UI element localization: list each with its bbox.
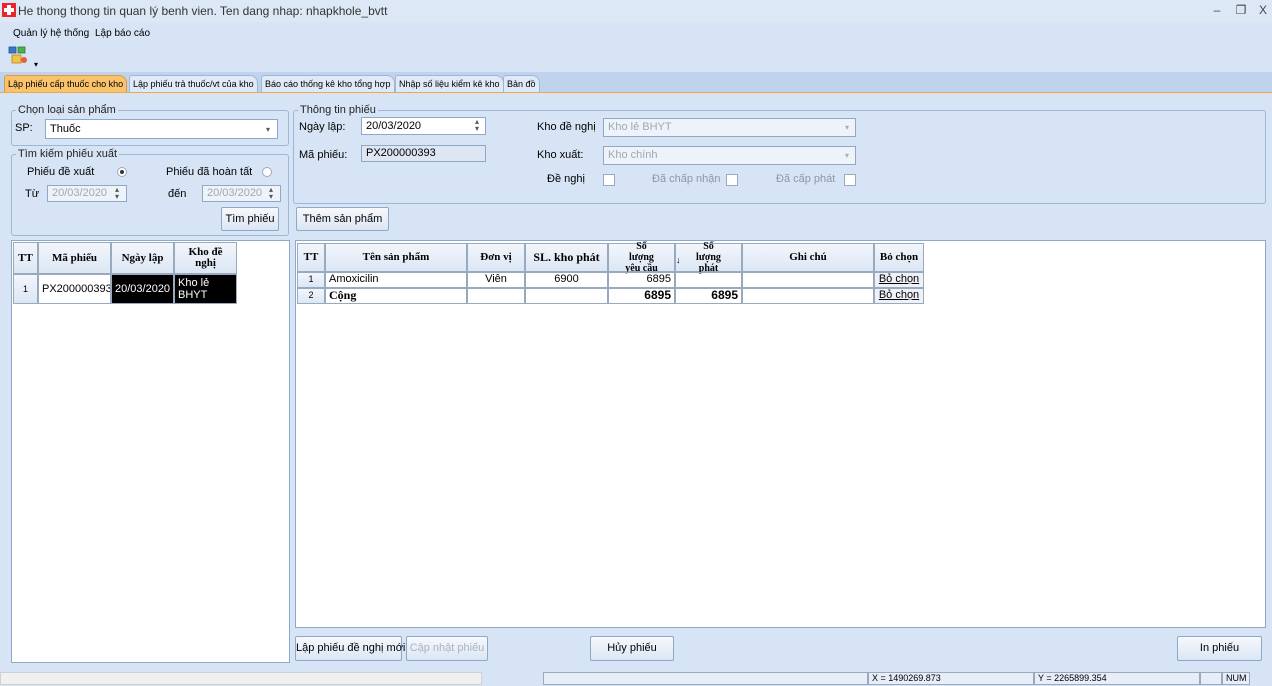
chevron-down-icon[interactable]: ▾ bbox=[266, 125, 270, 134]
tab-issue-drug[interactable]: Lập phiếu cấp thuốc cho kho bbox=[4, 75, 128, 92]
slip-info-legend: Thông tin phiếu bbox=[300, 104, 376, 116]
col-header-tt[interactable]: TT bbox=[297, 243, 325, 272]
add-product-button[interactable]: Thêm sản phẩm bbox=[296, 207, 389, 231]
tab-map[interactable]: Bản đồ bbox=[503, 75, 540, 92]
cancel-slip-button[interactable]: Hủy phiếu bbox=[590, 636, 674, 661]
issued-checkbox[interactable] bbox=[844, 174, 856, 186]
tab-stock-report[interactable]: Báo cáo thống kê kho tổng hợp bbox=[261, 75, 395, 92]
status-x-coordinate: X = 1490269.873 bbox=[868, 672, 1034, 685]
row-number[interactable]: 1 bbox=[297, 272, 325, 288]
restore-button[interactable]: ❐ bbox=[1232, 2, 1250, 18]
print-slip-button[interactable]: In phiếu bbox=[1177, 636, 1262, 661]
col-header-unit[interactable]: Đơn vị bbox=[467, 243, 525, 272]
total-requested-cell[interactable]: 6895 bbox=[608, 288, 675, 304]
new-request-slip-button[interactable]: Lập phiếu đề nghị mới bbox=[295, 636, 405, 661]
slip-code-input[interactable]: PX200000393 bbox=[361, 145, 486, 162]
col-header-tt[interactable]: TT bbox=[13, 242, 38, 274]
from-date-spinner-icon[interactable]: ▴ ▾ bbox=[115, 186, 119, 201]
col-header-store[interactable]: Kho đề nghị bbox=[174, 242, 237, 274]
app-icon bbox=[2, 3, 16, 17]
product-name-cell[interactable]: Amoxicilin bbox=[325, 272, 467, 288]
total-label-cell[interactable]: Cộng bbox=[325, 288, 467, 304]
issue-store-label: Kho xuất: bbox=[537, 149, 584, 161]
product-type-legend: Chọn loại sản phẩm bbox=[18, 104, 116, 116]
requested-qty-cell[interactable]: 6895 bbox=[608, 272, 675, 288]
slip-date-cell[interactable]: 20/03/2020 bbox=[111, 274, 174, 304]
col-header-stock[interactable]: SL. kho phát bbox=[525, 243, 608, 272]
from-label: Từ bbox=[25, 188, 40, 200]
total-issued-cell[interactable]: 6895 bbox=[675, 288, 742, 304]
chevron-down-icon[interactable]: ▾ bbox=[845, 123, 849, 132]
issue-store-select[interactable]: Kho chính bbox=[603, 146, 856, 165]
slip-store-cell[interactable]: Kho lẻ BHYT bbox=[174, 274, 237, 304]
issued-qty-cell[interactable] bbox=[675, 272, 742, 288]
row-number[interactable]: 1 bbox=[13, 274, 38, 304]
product-type-label: SP: bbox=[15, 122, 33, 134]
to-date-spinner-icon[interactable]: ▴ ▾ bbox=[269, 186, 273, 201]
issued-label: Đã cấp phát bbox=[776, 173, 836, 185]
minimize-button[interactable]: – bbox=[1208, 2, 1226, 18]
chevron-down-icon[interactable]: ▾ bbox=[845, 151, 849, 160]
window-title: He thong thong tin quan lý benh vien. Te… bbox=[18, 4, 388, 18]
col-header-requested-qty[interactable]: Số lượng yêu cầu bbox=[608, 241, 675, 274]
product-type-select[interactable]: Thuốc bbox=[45, 119, 278, 139]
deselect-button[interactable]: Bỏ chọn bbox=[874, 272, 924, 288]
proposed-label: Đề nghị bbox=[547, 173, 585, 185]
status-panel-blank bbox=[543, 672, 868, 685]
status-panel-blank bbox=[1200, 672, 1222, 685]
tab-inventory-count[interactable]: Nhập số liệu kiểm kê kho bbox=[395, 75, 504, 92]
unit-cell[interactable]: Viên bbox=[467, 272, 525, 288]
stock-qty-cell[interactable] bbox=[525, 288, 608, 304]
slip-code-label: Mã phiếu: bbox=[299, 149, 348, 161]
row-number[interactable]: 2 bbox=[297, 288, 325, 304]
tab-return-drug[interactable]: Lập phiếu trả thuốc/vt của kho bbox=[129, 75, 258, 92]
radio-completed-label: Phiếu đã hoàn tất bbox=[166, 166, 253, 178]
accepted-checkbox[interactable] bbox=[726, 174, 738, 186]
toolbar-dropdown-icon[interactable]: ▾ bbox=[34, 60, 38, 69]
deselect-button[interactable]: Bỏ chọn bbox=[874, 288, 924, 304]
col-header-date[interactable]: Ngày lập bbox=[111, 242, 174, 274]
col-header-issued-qty[interactable]: Số lượng phát bbox=[675, 241, 742, 274]
col-header-product-name[interactable]: Tên sản phẩm bbox=[325, 243, 467, 272]
request-store-select[interactable]: Kho lẻ BHYT bbox=[603, 118, 856, 137]
col-header-note[interactable]: Ghi chú bbox=[742, 243, 874, 272]
stock-qty-cell[interactable]: 6900 bbox=[525, 272, 608, 288]
status-y-coordinate: Y = 2265899.354 bbox=[1034, 672, 1200, 685]
find-slip-button[interactable]: Tìm phiếu bbox=[221, 207, 279, 231]
col-header-deselect[interactable]: Bỏ chọn bbox=[874, 243, 924, 272]
proposed-checkbox[interactable] bbox=[603, 174, 615, 186]
close-button[interactable]: X bbox=[1254, 2, 1272, 18]
sort-down-icon: ↓ bbox=[676, 255, 681, 265]
col-header-slip-code[interactable]: Mã phiếu bbox=[38, 242, 111, 274]
accepted-label: Đã chấp nhận bbox=[652, 173, 721, 185]
search-legend: Tìm kiếm phiếu xuất bbox=[18, 148, 118, 160]
date-input[interactable]: 20/03/2020 bbox=[361, 117, 486, 135]
update-slip-button[interactable]: Cập nhật phiếu bbox=[406, 636, 488, 661]
date-spinner-icon[interactable]: ▴ ▾ bbox=[475, 118, 479, 133]
radio-proposed-label: Phiếu đề xuất bbox=[27, 166, 95, 178]
date-label: Ngày lập: bbox=[299, 121, 346, 133]
modules-icon[interactable] bbox=[8, 46, 30, 66]
unit-cell[interactable] bbox=[467, 288, 525, 304]
menu-system[interactable]: Quản lý hệ thống bbox=[13, 28, 89, 39]
request-store-label: Kho đề nghị bbox=[537, 121, 596, 133]
toolbar bbox=[0, 42, 1272, 72]
menu-bar bbox=[0, 22, 1272, 42]
status-num-lock: NUM bbox=[1222, 672, 1250, 685]
status-panel-main bbox=[0, 672, 482, 685]
radio-completed[interactable] bbox=[262, 167, 272, 177]
note-cell[interactable] bbox=[742, 288, 874, 304]
slip-code-cell[interactable]: PX200000393 bbox=[38, 274, 111, 304]
to-label: đến bbox=[168, 188, 187, 200]
menu-reports[interactable]: Lập báo cáo bbox=[95, 28, 150, 39]
radio-proposed[interactable] bbox=[117, 167, 127, 177]
note-cell[interactable] bbox=[742, 272, 874, 288]
